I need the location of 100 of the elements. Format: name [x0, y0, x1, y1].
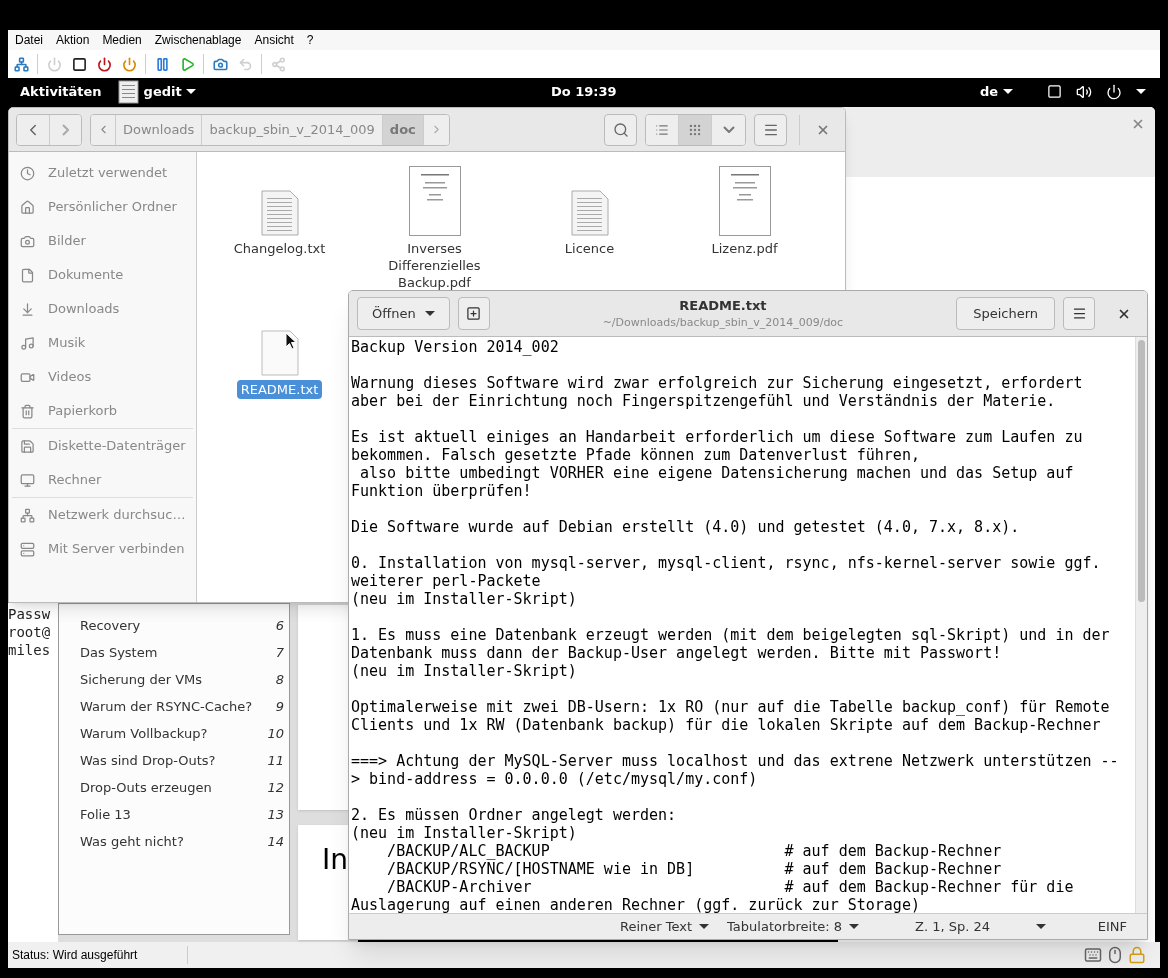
- mouse-icon[interactable]: [1106, 946, 1124, 964]
- power-icon: [96, 56, 112, 72]
- network-icon: [13, 56, 29, 72]
- slide-title: Das System: [80, 643, 158, 662]
- computer-icon: [20, 472, 35, 488]
- pdf-thumbnail-icon: [408, 166, 461, 236]
- language-menu[interactable]: Reiner Text: [620, 916, 710, 937]
- window-title: README.txt: [679, 296, 767, 315]
- forward-button[interactable]: [50, 114, 81, 145]
- status-text: Status: Wird ausgeführt: [8, 946, 188, 964]
- text-line: also bitte umbedingt VORHER eine eigene Datensicherung machen und das Setup auf: [359, 464, 1075, 482]
- file-name[interactable]: Lizenz.pdf: [679, 240, 810, 257]
- text-line: Warnung dieses Software wird zwar erfolgreich zur Sicherung eingesetzt, erfordert: [351, 374, 1084, 392]
- text-line: 2. Es müssen Ordner angelegt werden:: [351, 806, 678, 824]
- close-icon[interactable]: [1131, 117, 1145, 131]
- caret-icon: [699, 924, 710, 929]
- menu-button[interactable]: [754, 113, 787, 146]
- slide-list-item[interactable]: Was sind Drop-Outs? 11: [59, 747, 289, 774]
- network-button[interactable]: [12, 55, 30, 73]
- open-button[interactable]: Öffnen: [357, 297, 450, 330]
- caret-icon[interactable]: [1136, 89, 1146, 94]
- text-file-icon: [570, 190, 609, 236]
- app-menu[interactable]: gedit: [117, 79, 196, 104]
- slide-list-item[interactable]: Sicherung der VMs 8: [59, 666, 289, 693]
- view-options-button[interactable]: [712, 114, 745, 145]
- stop-icon: [71, 56, 87, 72]
- slide-title: Warum der RSYNC-Cache?: [80, 697, 253, 716]
- text-line: Die Software wurde auf Debian erstellt (4.0) und getestet (4.0, 7.x, 8.x).: [351, 518, 1021, 536]
- menu-button[interactable]: [1063, 297, 1095, 330]
- slide-number: 12: [267, 778, 284, 797]
- cursor-position-menu[interactable]: Z. 1, Sp. 24: [915, 916, 1047, 937]
- tab-width-menu[interactable]: Tabulatorbreite: 8: [727, 916, 860, 937]
- slide-list-item[interactable]: Recovery 6: [59, 612, 289, 639]
- slide-list-item[interactable]: Was geht nicht? 14: [59, 828, 289, 855]
- search-icon: [612, 121, 629, 138]
- blank-file-icon: [260, 330, 299, 376]
- search-button[interactable]: [604, 113, 637, 146]
- keyboard-icon[interactable]: [1084, 946, 1102, 964]
- slide-list-item[interactable]: Drop-Outs erzeugen 12: [59, 774, 289, 801]
- stop-button[interactable]: [70, 55, 88, 73]
- document-icon: [20, 267, 35, 283]
- menu-item[interactable]: Aktion: [56, 31, 90, 49]
- slide-title: Warum Vollbackup?: [80, 724, 208, 743]
- text-line: bekommen. Falsch gesetzte Pfade können zum Datenverlust führen,: [351, 446, 921, 464]
- text-line: 0. Installation von mysql-server, mysql-client, rsync, nfs-kernel-server sowie ggf.: [351, 554, 1102, 572]
- activities-button[interactable]: Aktivitäten: [20, 81, 102, 102]
- text-line: (neu im Installer-Skript): [351, 590, 578, 608]
- new-tab-button[interactable]: [457, 297, 490, 330]
- save-button[interactable]: Speichern: [956, 297, 1055, 330]
- text-line: Clients und 1x RW (Datenbank backup) für die lokalen Skripte auf dem Backup-Rechner: [351, 716, 1102, 734]
- slide-list-item[interactable]: Folie 13 13: [59, 801, 289, 828]
- power-icon: [46, 56, 62, 72]
- text-line: /BACKUP-Archiver # auf dem Backup-Rechner für die: [386, 878, 1075, 896]
- power-button[interactable]: [95, 55, 113, 73]
- file-name[interactable]: Changelog.txt: [214, 240, 345, 257]
- lock-icon[interactable]: [1128, 946, 1146, 964]
- list-view-button[interactable]: [646, 114, 679, 145]
- power-button[interactable]: [120, 55, 138, 73]
- menu-item[interactable]: Datei: [15, 31, 43, 49]
- menu-item[interactable]: Medien: [102, 31, 142, 49]
- caret-icon: [1003, 89, 1013, 94]
- slide-list-item[interactable]: Warum der RSYNC-Cache? 9: [59, 693, 289, 720]
- terminal-line: miles: [8, 641, 52, 659]
- app-name: gedit: [143, 82, 182, 101]
- text-line: Funktion überprüfen!: [351, 482, 533, 500]
- scrollbar[interactable]: [1135, 337, 1147, 913]
- terminal-line: root@: [8, 623, 52, 641]
- grid-icon: [688, 122, 702, 137]
- slide-list-item[interactable]: Warum Vollbackup? 10: [59, 720, 289, 747]
- power-icon: [121, 56, 137, 72]
- text-line: 1. Es muss eine Datenbank erzeugt werden (mit dem beigelegten sql-Skript) und in der: [351, 626, 1111, 644]
- menu-icon: [1071, 306, 1087, 321]
- clock[interactable]: Do 19:39: [551, 81, 617, 102]
- menu-item[interactable]: ?: [306, 31, 314, 49]
- slide-list-item[interactable]: Das System 7: [59, 639, 289, 666]
- grid-view-button[interactable]: [679, 114, 712, 145]
- chevron-down-icon: [722, 126, 735, 133]
- caret-icon: [1036, 924, 1047, 929]
- slide-title: Sicherung der VMs: [80, 670, 203, 689]
- network-icon: [20, 507, 35, 523]
- new-tab-icon: [466, 306, 482, 321]
- terminal-line: Passw: [8, 605, 52, 623]
- window-icon[interactable]: [1047, 84, 1062, 99]
- file-name[interactable]: Inverses Differenzielles Backup.pdf: [369, 240, 500, 291]
- pause-icon: [154, 56, 170, 72]
- power-icon[interactable]: [1106, 83, 1122, 100]
- keyboard-layout-menu[interactable]: de: [979, 81, 1013, 102]
- menu-item[interactable]: Ansicht: [254, 31, 294, 49]
- list-icon: [655, 122, 669, 137]
- slide-title: Drop-Outs erzeugen: [80, 778, 212, 797]
- text-line: weiterer perl-Packete: [351, 572, 542, 590]
- trash-icon: [20, 403, 35, 419]
- menu-item[interactable]: Zwischenablage: [154, 31, 242, 49]
- slide-number: 13: [267, 805, 284, 824]
- text-line: Datenbank muss dann der Backup-User angelegt werden. Bitte mit Passwort!: [351, 644, 1003, 662]
- text-line: Auslagerung auf einen anderen Rechner (ggf. zurück zur Storage): [351, 896, 921, 913]
- text-line: (neu im Installer-Skript): [351, 662, 578, 680]
- slide-number: 8: [275, 670, 284, 689]
- file-name[interactable]: Licence: [524, 240, 655, 257]
- volume-icon[interactable]: [1076, 83, 1092, 100]
